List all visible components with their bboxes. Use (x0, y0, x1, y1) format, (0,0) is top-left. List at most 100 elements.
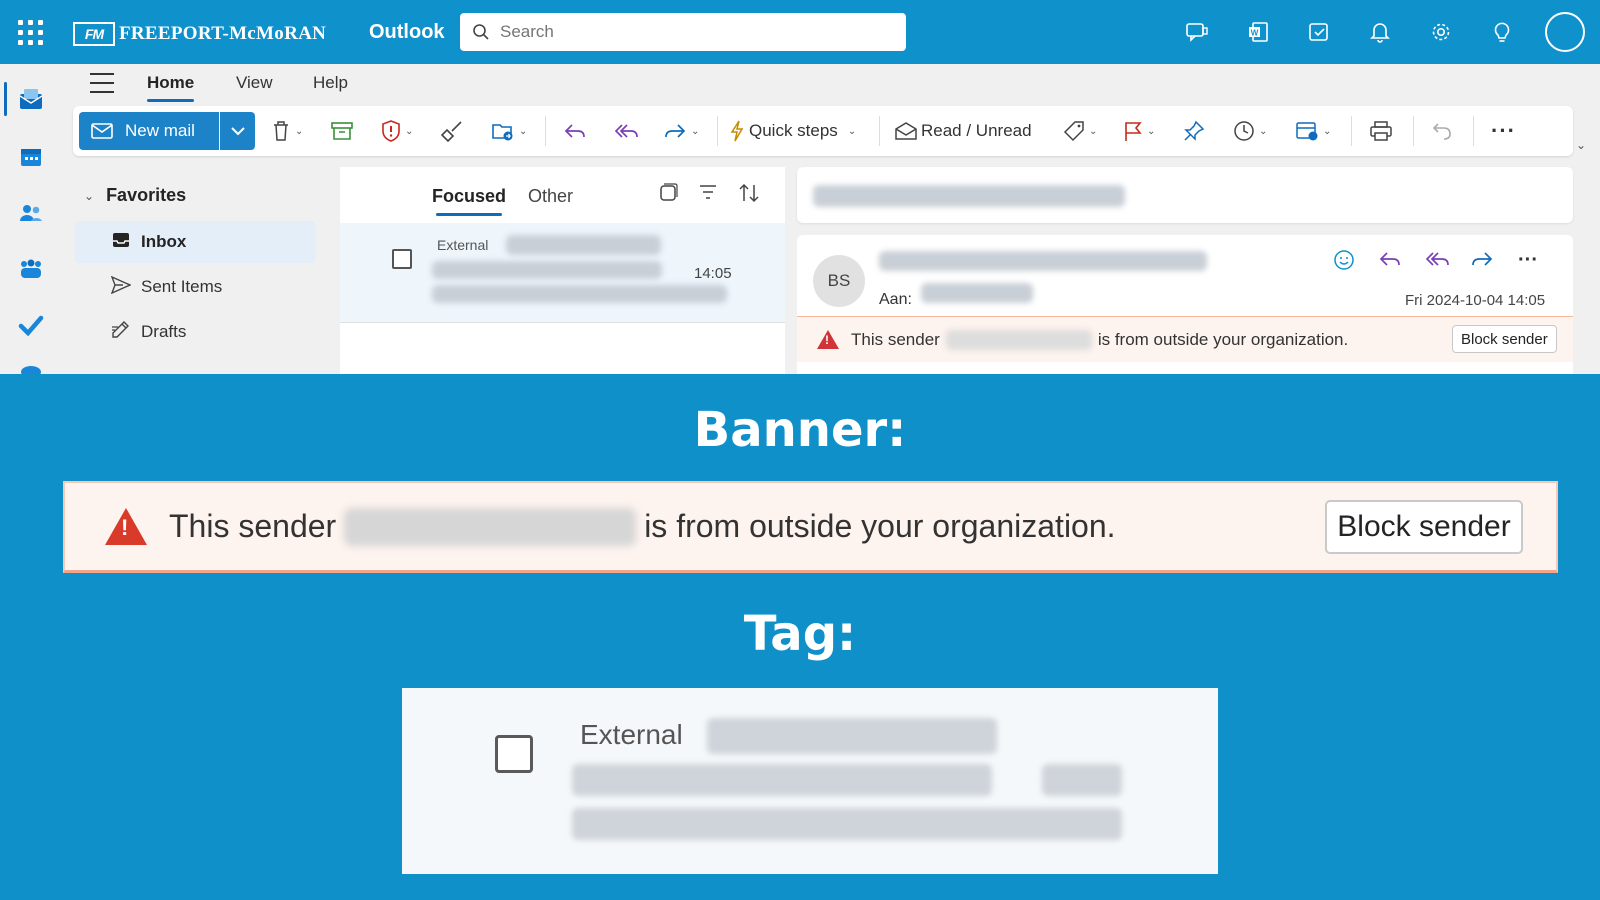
top-bar: FM FREEPORT-McMoRAN Outlook W (0, 0, 1600, 64)
folder-move-icon (492, 124, 513, 141)
banner-suffix: is from outside your organization. (1097, 329, 1349, 349)
lightbulb-icon[interactable] (1488, 18, 1516, 46)
read-unread-label: Read / Unread (921, 121, 1032, 140)
block-sender-button[interactable]: Block sender (1452, 325, 1557, 353)
calendar-icon[interactable] (16, 142, 46, 172)
favorites-header[interactable]: ⌄ Favorites (84, 185, 186, 206)
mail-icon[interactable] (16, 84, 46, 114)
tab-help[interactable]: Help (313, 73, 348, 93)
ribbon-expand-chevron-icon[interactable]: ⌄ (1576, 138, 1586, 152)
clock-icon (1234, 121, 1254, 141)
tab-view[interactable]: View (236, 73, 273, 93)
rules-button[interactable]: ⌄ (1295, 115, 1331, 147)
chevron-down-icon: ⌄ (1323, 125, 1332, 137)
folder-sent-items[interactable]: Sent Items (75, 266, 315, 308)
sender-avatar[interactable]: BS (813, 255, 865, 307)
reply-button[interactable] (563, 115, 587, 147)
app-name[interactable]: Outlook (369, 21, 445, 44)
folder-label: Sent Items (141, 277, 223, 296)
flag-button[interactable]: ⌄ (1123, 115, 1155, 147)
printer-icon (1370, 121, 1392, 141)
trash-icon (274, 121, 288, 141)
list-item[interactable]: External 14:05 (340, 223, 785, 323)
todo-icon[interactable] (1305, 18, 1333, 46)
move-to-button[interactable]: ⌄ (491, 115, 527, 147)
quick-steps-label: Quick steps (749, 121, 838, 140)
undo-button[interactable] (1431, 115, 1453, 147)
folder-label: Drafts (141, 322, 187, 341)
quick-steps-button[interactable]: Quick steps ⌄ (729, 115, 856, 147)
tab-home[interactable]: Home (147, 73, 195, 102)
company-logo[interactable]: FM FREEPORT-McMoRAN (73, 21, 326, 47)
smiley-icon[interactable] (1332, 249, 1356, 277)
broom-icon (441, 121, 462, 142)
chevron-down-icon: ⌄ (1259, 125, 1268, 137)
report-button[interactable]: ⌄ (381, 115, 413, 147)
more-options-icon[interactable]: ··· (1516, 249, 1540, 277)
search-box[interactable] (460, 13, 906, 51)
new-mail-dropdown[interactable] (220, 112, 255, 150)
banner-example: This sender is from outside your organiz… (63, 481, 1558, 573)
reply-all-button[interactable] (613, 115, 639, 147)
tag-example: External (402, 688, 1218, 874)
select-icon[interactable] (658, 183, 678, 209)
teams-chat-icon[interactable] (1183, 18, 1211, 46)
more-options-icon[interactable]: ··· (1491, 115, 1516, 147)
logo-text: FREEPORT-McMoRAN (119, 23, 327, 44)
message-time: 14:05 (694, 265, 732, 282)
chevron-down-icon: ⌄ (847, 125, 857, 137)
hamburger-menu-icon[interactable] (90, 73, 114, 93)
redacted-preview (572, 808, 1122, 840)
folder-inbox[interactable]: Inbox (75, 221, 315, 263)
people-icon[interactable] (16, 198, 46, 228)
delete-button[interactable]: ⌄ (271, 115, 303, 147)
tab-focused[interactable]: Focused (432, 186, 506, 216)
chevron-down-icon (230, 126, 245, 135)
search-icon (473, 24, 489, 40)
print-button[interactable] (1369, 115, 1393, 147)
archive-button[interactable] (331, 115, 353, 147)
new-mail-button[interactable]: New mail (79, 112, 219, 150)
gear-icon[interactable] (1427, 18, 1455, 46)
categorize-button[interactable]: ⌄ (1063, 115, 1097, 147)
inbox-icon (111, 232, 131, 253)
archive-icon (331, 122, 353, 140)
banner-suffix: is from outside your organization. (644, 508, 1116, 544)
forward-icon (665, 124, 686, 138)
redacted-sender-address (879, 251, 1207, 271)
bell-icon[interactable] (1366, 18, 1394, 46)
account-avatar[interactable] (1545, 12, 1585, 52)
external-tag: External (437, 237, 489, 253)
chevron-down-icon: ⌄ (295, 125, 304, 137)
rules-icon (1296, 122, 1318, 141)
read-unread-button[interactable]: Read / Unread (895, 115, 1032, 147)
redacted-sender (506, 235, 661, 255)
sort-icon[interactable] (738, 183, 760, 209)
search-input[interactable] (500, 22, 880, 42)
message-checkbox[interactable] (495, 735, 533, 773)
reply-icon[interactable] (1378, 249, 1402, 277)
tab-other[interactable]: Other (528, 186, 573, 207)
warning-icon (105, 508, 147, 545)
banner-prefix: This sender (851, 329, 940, 349)
filter-icon[interactable] (698, 183, 718, 209)
rail-active-indicator (4, 82, 7, 116)
lightning-icon (730, 120, 744, 142)
folder-drafts[interactable]: Drafts (75, 311, 315, 353)
chevron-down-icon: ⌄ (519, 125, 528, 137)
reply-all-icon[interactable] (1424, 249, 1449, 277)
forward-icon[interactable] (1470, 249, 1494, 277)
word-icon[interactable]: W (1244, 18, 1272, 46)
drafts-icon (111, 320, 131, 344)
onedrive-icon[interactable] (16, 356, 46, 374)
app-launcher-icon[interactable] (18, 20, 44, 46)
block-sender-button[interactable]: Block sender (1325, 500, 1523, 554)
todo-check-icon[interactable] (16, 310, 46, 340)
pin-button[interactable] (1183, 115, 1205, 147)
sweep-button[interactable] (441, 115, 463, 147)
snooze-button[interactable]: ⌄ (1233, 115, 1267, 147)
new-mail-label: New mail (125, 121, 195, 140)
groups-icon[interactable] (16, 254, 46, 284)
message-checkbox[interactable] (392, 249, 412, 269)
forward-button[interactable]: ⌄ (663, 115, 699, 147)
